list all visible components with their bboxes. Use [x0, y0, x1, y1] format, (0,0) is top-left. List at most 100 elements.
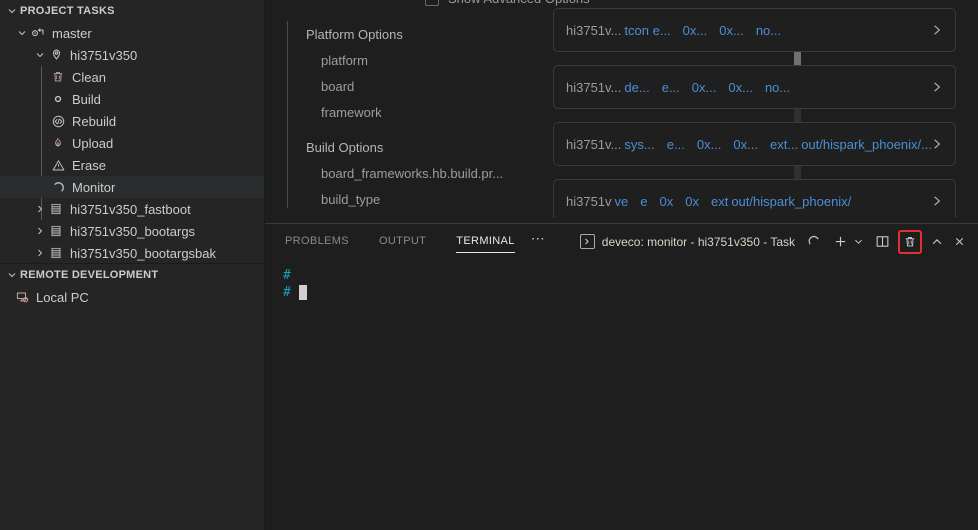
new-terminal-icon[interactable]: [829, 231, 851, 253]
warning-triangle-icon: [50, 157, 66, 173]
card-segment[interactable]: no...: [756, 23, 781, 38]
spinner-icon: [803, 231, 825, 253]
vscode-window: PROJECT TASKS master: [0, 0, 978, 530]
tree-row-build[interactable]: Build: [0, 88, 264, 110]
trash-icon: [50, 69, 66, 85]
arc-refresh-icon: [50, 179, 66, 195]
card-segment[interactable]: e...: [667, 137, 685, 152]
tree-label: Upload: [72, 136, 113, 151]
card-segment[interactable]: ve: [615, 194, 629, 209]
chevron-right-icon[interactable]: [929, 137, 944, 152]
panel-header: PROBLEMS OUTPUT TERMINAL ⋯ deveco: monit…: [265, 224, 978, 259]
card-segment[interactable]: 0x...: [697, 137, 722, 152]
partition-cards-list: hi3751v... tcon e... 0x... 0x... no... h…: [553, 0, 956, 218]
partition-card[interactable]: hi3751v... tcon e... 0x... 0x... no...: [553, 8, 956, 52]
split-terminal-icon[interactable]: [871, 231, 893, 253]
card-segment[interactable]: 0x: [685, 194, 699, 209]
chevron-right-icon: [32, 201, 48, 217]
card-segment: hi3751v...: [566, 137, 621, 152]
nav-item-board-frameworks[interactable]: board_frameworks.hb.build.pr...: [306, 161, 537, 187]
tree-label: hi3751v350_bootargsbak: [70, 246, 216, 261]
card-segment[interactable]: sys...: [624, 137, 654, 152]
card-segment[interactable]: 0x: [660, 194, 674, 209]
card-segment[interactable]: 0x...: [733, 137, 758, 152]
tab-terminal[interactable]: TERMINAL: [456, 228, 514, 255]
circle-icon: [50, 91, 66, 107]
card-segment[interactable]: e: [640, 194, 647, 209]
panel-actions: deveco: monitor - hi3751v350 - Task: [580, 224, 970, 259]
server-icon: [48, 223, 64, 239]
maximize-panel-icon[interactable]: [926, 231, 948, 253]
tree-label: Rebuild: [72, 114, 116, 129]
card-segment[interactable]: tcon e...: [624, 23, 670, 38]
tree-row-monitor[interactable]: Monitor: [0, 176, 264, 198]
server-icon: [48, 201, 64, 217]
nav-item-platform[interactable]: platform: [306, 48, 537, 74]
card-segment[interactable]: no...: [765, 80, 790, 95]
tree-row-hi3751v350-bootargsbak[interactable]: hi3751v350_bootargsbak: [0, 242, 264, 264]
card-segment[interactable]: e...: [662, 80, 680, 95]
card-segment[interactable]: 0x...: [728, 80, 753, 95]
sidebar: PROJECT TASKS master: [0, 0, 265, 530]
close-panel-icon[interactable]: [948, 231, 970, 253]
tree-row-hi3751v350-fastboot[interactable]: hi3751v350_fastboot: [0, 198, 264, 220]
card-segment[interactable]: 0x...: [692, 80, 717, 95]
tab-output[interactable]: OUTPUT: [379, 228, 426, 255]
nav-item-build-type[interactable]: build_type: [306, 187, 537, 208]
card-segment[interactable]: ext: [711, 194, 728, 209]
card-segment[interactable]: 0x...: [683, 23, 708, 38]
tree-row-rebuild[interactable]: Rebuild: [0, 110, 264, 132]
partition-card[interactable]: hi3751v... de... e... 0x... 0x... no...: [553, 65, 956, 109]
card-segment: hi3751v...: [566, 23, 621, 38]
chevron-down-icon[interactable]: [851, 231, 866, 253]
tree-row-upload[interactable]: Upload: [0, 132, 264, 154]
show-advanced-options-checkbox[interactable]: [425, 0, 439, 6]
tab-problems[interactable]: PROBLEMS: [285, 228, 349, 255]
kill-terminal-icon[interactable]: [898, 230, 922, 254]
tree-label: hi3751v350_fastboot: [70, 202, 191, 217]
tree-row-erase[interactable]: Erase: [0, 154, 264, 176]
nav-group-build-options: Build Options: [306, 134, 537, 161]
section-header-project-tasks[interactable]: PROJECT TASKS: [0, 0, 264, 22]
card-segment[interactable]: de...: [624, 80, 649, 95]
chevron-right-icon[interactable]: [929, 194, 944, 209]
chevron-down-icon: [14, 25, 30, 41]
terminal-tab-chip[interactable]: deveco: monitor - hi3751v350 - Task: [580, 234, 795, 249]
options-nav-list: Platform Options platform board framewor…: [287, 21, 537, 208]
tree-label: hi3751v350_bootargs: [70, 224, 195, 239]
section-title: PROJECT TASKS: [20, 5, 115, 17]
chevron-right-icon[interactable]: [929, 23, 944, 38]
card-segment[interactable]: ext...: [770, 137, 798, 152]
partition-card[interactable]: hi3751v ve e 0x 0x ext out/hispark_phoen…: [553, 179, 956, 218]
tree-row-clean[interactable]: Clean: [0, 66, 264, 88]
card-segment[interactable]: out/hispark_phoenix/...: [801, 137, 932, 152]
chevron-right-icon[interactable]: [929, 80, 944, 95]
source-control-icon: [30, 25, 46, 41]
tree-label: Erase: [72, 158, 106, 173]
panel-more-icon[interactable]: ⋯: [531, 230, 547, 247]
tree-label: master: [52, 26, 92, 41]
tree-row-master[interactable]: master: [0, 22, 264, 44]
flame-icon: [50, 135, 66, 151]
chevron-down-icon: [4, 3, 20, 19]
nav-group-platform-options: Platform Options: [306, 21, 537, 48]
section-header-remote-development[interactable]: REMOTE DEVELOPMENT: [0, 264, 264, 286]
location-pin-icon: [48, 47, 64, 63]
card-segment[interactable]: out/hispark_phoenix/: [731, 194, 851, 209]
terminal-line: #: [283, 267, 978, 284]
chevron-right-icon: [32, 223, 48, 239]
tree-row-local-pc[interactable]: Local PC: [0, 286, 264, 308]
nav-item-framework[interactable]: framework: [306, 100, 537, 126]
partition-card[interactable]: hi3751v... sys... e... 0x... 0x... ext..…: [553, 122, 956, 166]
nav-item-board[interactable]: board: [306, 74, 537, 100]
code-circle-icon: [50, 113, 66, 129]
terminal-output[interactable]: # #: [265, 259, 978, 530]
editor-webview: Show Advanced Options Platform Options p…: [265, 0, 978, 223]
tree-row-hi3751v350[interactable]: hi3751v350: [0, 44, 264, 66]
server-icon: [48, 245, 64, 261]
card-segment[interactable]: 0x...: [719, 23, 744, 38]
tree-row-hi3751v350-bootargs[interactable]: hi3751v350_bootargs: [0, 220, 264, 242]
tree-label: Monitor: [72, 180, 115, 195]
terminal-cursor: [299, 285, 307, 300]
chevron-down-icon: [4, 267, 20, 283]
